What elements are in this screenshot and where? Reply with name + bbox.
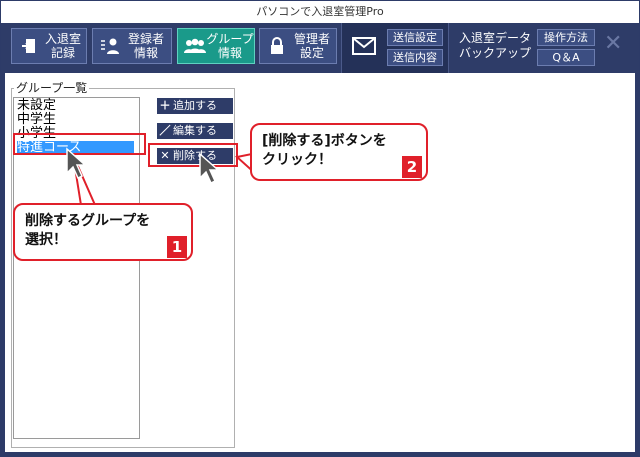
add-button-label: 追加する [173, 99, 217, 112]
mouse-cursor-icon [199, 152, 220, 185]
entry-exit-record-label: 入退室 記録 [44, 32, 81, 60]
group-info-label: グループ 情報 [206, 32, 254, 60]
mouse-cursor-icon [66, 147, 87, 180]
delete-button-highlight [148, 143, 238, 167]
group-list-title: グループ一覧 [14, 79, 90, 96]
callout-1-line2: 選択！ [25, 232, 67, 248]
callout-2-line2: クリック！ [262, 152, 332, 168]
group-icon [184, 35, 206, 57]
add-button[interactable]: ＋追加する [157, 98, 233, 114]
main-content: グループ一覧 未設定 中学生 小学生 特進コース ＋追加する ／編集する ✕ 削除… [5, 73, 635, 452]
group-info-button[interactable]: グループ 情報 [177, 28, 255, 64]
app-window: パソコンで入退室管理Pro 入退室 記録 登録者 情報 グループ 情報 管理者 … [0, 0, 640, 457]
mail-icon [352, 37, 376, 59]
close-icon[interactable]: ✕ [604, 33, 622, 55]
edit-button[interactable]: ／編集する [157, 123, 233, 139]
edit-button-label: 編集する [173, 124, 217, 137]
list-item[interactable]: 未設定 [17, 99, 56, 113]
pencil-icon: ／ [159, 124, 171, 137]
entry-exit-record-button[interactable]: 入退室 記録 [11, 28, 87, 64]
plus-icon: ＋ [159, 99, 171, 112]
callout-2-line1: [削除する]ボタンを [262, 133, 387, 149]
registrant-info-button[interactable]: 登録者 情報 [92, 28, 172, 64]
step-2-badge: 2 [402, 156, 422, 178]
callout-select-group: 削除するグループを 選択！ [13, 203, 193, 261]
send-settings-button[interactable]: 送信設定 [387, 29, 443, 46]
step-1-badge: 1 [167, 236, 187, 258]
registrant-info-label: 登録者 情報 [127, 32, 164, 60]
admin-settings-label: 管理者 設定 [293, 32, 330, 60]
callout-1-line1: 削除するグループを [25, 213, 151, 229]
mail-section: 送信設定 送信内容 [341, 23, 449, 73]
qa-button[interactable]: Q＆A [537, 49, 595, 66]
admin-settings-button[interactable]: 管理者 設定 [259, 28, 337, 64]
person-list-icon [99, 35, 121, 57]
list-item[interactable]: 中学生 [17, 113, 56, 127]
lock-icon [266, 35, 288, 57]
door-icon [18, 35, 40, 57]
howto-button[interactable]: 操作方法 [537, 29, 595, 46]
send-content-button[interactable]: 送信内容 [387, 49, 443, 66]
backup-button[interactable]: 入退室データ バックアップ [457, 31, 533, 61]
window-title: パソコンで入退室管理Pro [1, 1, 639, 23]
toolbar: 入退室 記録 登録者 情報 グループ 情報 管理者 設定 送信設定 送信内容 入… [1, 23, 639, 73]
